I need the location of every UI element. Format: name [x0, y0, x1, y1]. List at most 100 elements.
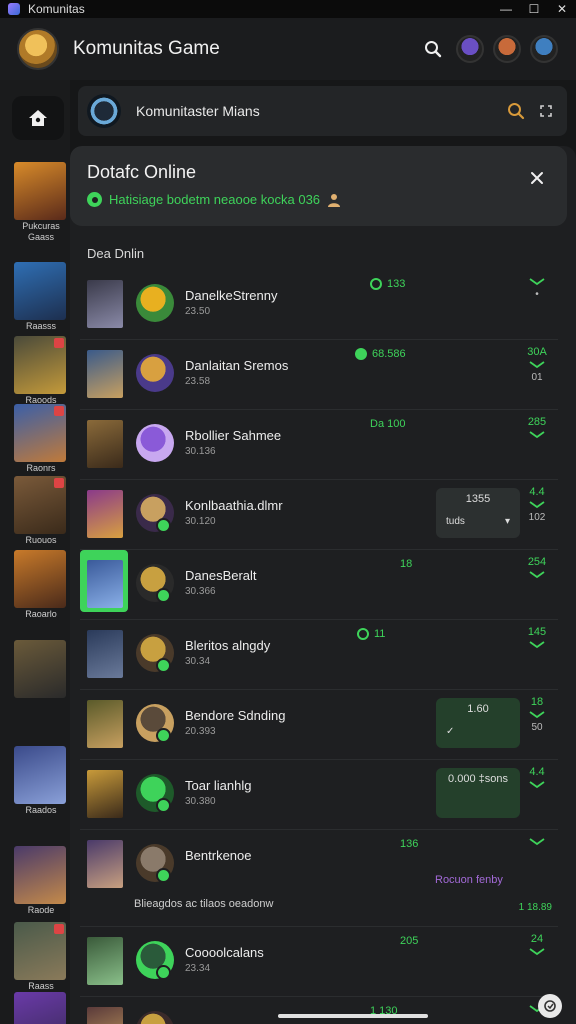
minimize-button[interactable]: — — [492, 0, 520, 18]
member-metric: 18 50 — [522, 696, 552, 734]
close-window-button[interactable]: ✕ — [548, 0, 576, 18]
member-avatar[interactable] — [136, 1011, 174, 1024]
member-row[interactable]: Toar lianhlg 30.380 0.000 ‡sons 4.4 — [80, 760, 558, 830]
member-row[interactable]: Coooolcalans 23.34 205 24 — [80, 927, 558, 997]
member-metric: 254 — [522, 556, 552, 581]
member-detail: 23.58 — [185, 376, 211, 387]
member-row[interactable]: Bleritos alngdy 30.34 11 145 — [80, 620, 558, 690]
sidebar-community-item[interactable] — [14, 992, 68, 1024]
metric-subvalue: • — [535, 289, 539, 300]
community-label: Raode — [27, 905, 55, 915]
member-avatar[interactable] — [136, 284, 174, 322]
app-title: Komunitas Game — [73, 38, 220, 59]
member-metric — [522, 836, 552, 848]
friend-avatar[interactable] — [456, 35, 484, 63]
search-button[interactable] — [419, 35, 447, 63]
member-stat-value: 205 — [400, 935, 419, 947]
member-row[interactable]: 1 130 — [80, 997, 558, 1024]
member-row[interactable]: Bendore Sdnding 20.393 1.60 ✓ 18 50 — [80, 690, 558, 760]
member-metric: 145 — [522, 626, 552, 651]
status-icon — [370, 278, 382, 290]
online-badge-icon — [156, 965, 171, 980]
metric-value: 24 — [530, 933, 544, 945]
member-value-card[interactable]: 0.000 ‡sons — [436, 768, 520, 818]
home-button[interactable] — [12, 96, 64, 140]
member-metric: 4.4 — [522, 766, 552, 791]
trend-icon — [522, 946, 552, 958]
member-game-thumbnail — [87, 350, 123, 398]
online-panel: Dotafc Online Hatisiage bodetm neaooe ko… — [70, 146, 576, 1024]
sidebar-community-item[interactable]: Raados — [14, 746, 68, 816]
trend-icon — [522, 429, 552, 441]
online-status-icon — [87, 192, 102, 207]
search-icon — [425, 41, 442, 58]
member-stat-value: 18 — [400, 558, 413, 570]
home-indicator — [278, 1014, 428, 1018]
member-detail: 30.136 — [185, 446, 216, 457]
community-avatar — [87, 94, 121, 128]
member-name: DanesBeralt — [185, 568, 257, 583]
community-bar[interactable]: Komunitaster Mians — [78, 86, 567, 136]
sidebar-community-item[interactable]: Raoarlo — [14, 550, 68, 620]
sidebar-community-item[interactable]: Ruouos — [14, 476, 68, 546]
member-row[interactable]: Danlaitan Sremos 23.58 68.586 30A 01 — [80, 340, 558, 410]
search-icon[interactable] — [507, 102, 525, 120]
trend-icon — [522, 709, 552, 721]
maximize-button[interactable]: ☐ — [520, 0, 548, 18]
member-game-thumbnail — [87, 420, 123, 468]
app-icon — [8, 3, 20, 15]
home-icon — [29, 110, 47, 126]
metric-subvalue: 50 — [531, 722, 543, 733]
member-game-thumbnail — [87, 1007, 123, 1024]
community-thumbnail — [14, 640, 66, 698]
community-label: Raados — [25, 805, 57, 815]
online-badge-icon — [156, 798, 171, 813]
friend-avatar[interactable] — [530, 35, 558, 63]
member-stat: 205 — [400, 935, 418, 947]
member-row[interactable]: Rbollier Sahmee 30.136 Da 100 285 — [80, 410, 558, 480]
member-detail: 30.120 — [185, 516, 216, 527]
card-dropdown[interactable]: tuds ▾ — [436, 516, 520, 527]
friend-avatar[interactable] — [493, 35, 521, 63]
metric-subvalue: 102 — [528, 512, 546, 523]
panel-title: Dotafc Online — [87, 162, 197, 182]
card-option: tuds — [446, 516, 465, 527]
online-badge-icon — [156, 588, 171, 603]
sidebar-community-item[interactable]: Raoods — [14, 336, 68, 406]
card-value: 1355 — [465, 493, 491, 505]
community-thumbnail — [14, 922, 66, 980]
member-name: Konlbaathia.dlmr — [185, 498, 283, 513]
member-game-thumbnail — [87, 630, 123, 678]
panel-status: Hatisiage bodetm neaooe kocka 036 — [87, 192, 341, 207]
community-label: Raasss — [25, 321, 56, 331]
member-value-card[interactable]: 1.60 ✓ — [436, 698, 520, 748]
member-value-card[interactable]: 1355 tuds ▾ — [436, 488, 520, 538]
member-row[interactable]: Bentrkenoe 136 Rocuon fenby Blieagdos ac ti… — [80, 830, 558, 927]
member-row[interactable]: Konlbaathia.dlmr 30.120 1355 tuds ▾ 4.4 102 — [80, 480, 558, 550]
window-titlebar: Komunitas — ☐ ✕ — [0, 0, 576, 18]
sidebar-community-item[interactable]: Raasss — [14, 262, 68, 332]
member-name: Danlaitan Sremos — [185, 358, 289, 373]
sidebar-community-item[interactable] — [14, 640, 68, 698]
status-icon — [357, 628, 369, 640]
member-row[interactable]: DanesBeralt 30.366 18 254 — [80, 550, 558, 620]
sidebar-community-item[interactable]: Pukcuras Gaass — [14, 162, 68, 243]
sidebar-community-item[interactable]: Raonrs — [14, 404, 68, 474]
trend-icon — [522, 569, 552, 581]
close-panel-button[interactable] — [525, 166, 549, 190]
member-row[interactable]: DanelkeStrenny 23.50 133 • — [80, 270, 558, 340]
chevron-down-icon: ▾ — [504, 516, 510, 527]
sidebar-community-item[interactable]: Raass — [14, 922, 68, 992]
community-label: Raonrs — [26, 463, 56, 473]
trend-icon — [522, 639, 552, 651]
online-badge-icon — [156, 518, 171, 533]
expand-icon[interactable] — [539, 104, 553, 118]
member-name: Coooolcalans — [185, 945, 264, 960]
member-avatar[interactable] — [136, 354, 174, 392]
sidebar-community-item[interactable]: Raode — [14, 846, 68, 916]
community-label: Pukcuras Gaass — [22, 221, 60, 242]
member-name: Toar lianhlg — [185, 778, 252, 793]
help-button[interactable] — [538, 994, 562, 1018]
member-stat-value: 11 — [374, 628, 386, 640]
member-avatar[interactable] — [136, 424, 174, 462]
